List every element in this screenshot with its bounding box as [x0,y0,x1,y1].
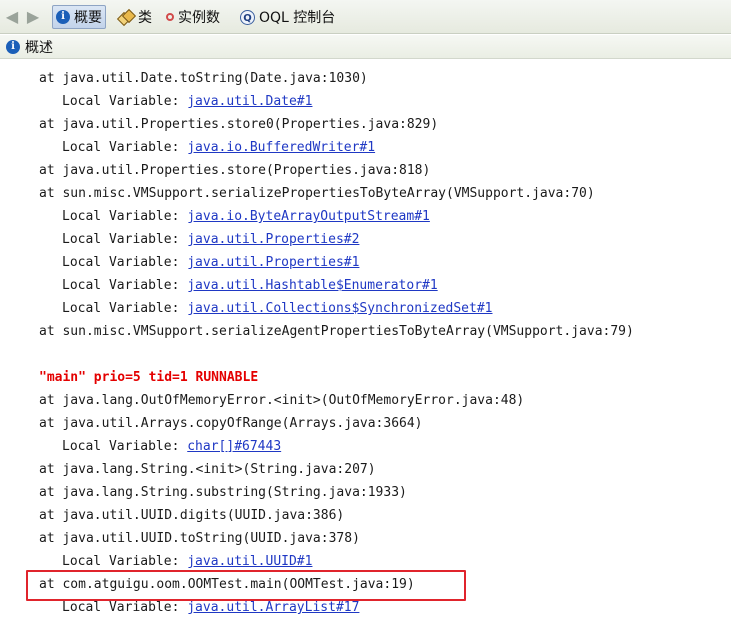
back-arrow-icon[interactable]: ◀ [3,9,21,25]
stack-frame: at java.util.UUID.digits(UUID.java:386) [39,508,345,523]
highlight-annotation-box [26,570,466,601]
object-link[interactable]: java.util.Collections$SynchronizedSet#1 [187,301,492,316]
stack-frame: at java.util.Properties.store(Properties… [39,163,431,178]
tab-instances[interactable]: 实例数 [163,5,223,29]
local-variable-label: Local Variable: [62,600,180,615]
section-header: i 概述 [0,35,731,59]
info-icon: i [56,10,70,24]
tab-overview[interactable]: i 概要 [52,5,106,29]
stack-frame: at java.lang.String.<init>(String.java:2… [39,462,376,477]
section-title: 概述 [25,39,53,56]
local-variable-row: Local Variable: java.util.Properties#2 [62,228,359,251]
local-variable-row: Local Variable: java.io.ByteArrayOutputS… [62,205,430,228]
tab-oql-console[interactable]: Q OQL 控制台 [237,5,338,29]
local-variable-row: Local Variable: java.util.Hashtable$Enum… [62,274,438,297]
local-variable-row: Local Variable: char[]#67443 [62,435,281,458]
tab-classes-label: 类 [138,10,152,26]
object-link[interactable]: java.util.ArrayList#17 [187,600,359,615]
instance-icon [166,13,174,21]
local-variable-label: Local Variable: [62,554,180,569]
local-variable-label: Local Variable: [62,255,180,270]
thread-header: "main" prio=5 tid=1 RUNNABLE [39,370,259,385]
local-variable-row: Local Variable: java.io.BufferedWriter#1 [62,136,375,159]
object-link[interactable]: char[]#67443 [187,439,281,454]
local-variable-row: Local Variable: java.util.Properties#1 [62,251,359,274]
object-link[interactable]: java.util.Date#1 [187,94,312,109]
local-variable-row: Local Variable: java.util.Date#1 [62,90,312,113]
local-variable-label: Local Variable: [62,439,180,454]
local-variable-label: Local Variable: [62,301,180,316]
info-icon: i [6,39,20,54]
class-icon [116,8,137,27]
object-link[interactable]: java.io.BufferedWriter#1 [187,140,375,155]
stack-frame: at sun.misc.VMSupport.serializePropertie… [39,186,595,201]
stack-frame: at sun.misc.VMSupport.serializeAgentProp… [39,324,634,339]
stack-frame: at java.util.Date.toString(Date.java:103… [39,71,368,86]
object-link[interactable]: java.util.Hashtable$Enumerator#1 [187,278,437,293]
tab-instances-label: 实例数 [178,10,220,26]
local-variable-label: Local Variable: [62,278,180,293]
local-variable-label: Local Variable: [62,209,180,224]
stack-frame: at java.lang.OutOfMemoryError.<init>(Out… [39,393,525,408]
oql-icon: Q [240,9,255,25]
tab-oql-label: OQL 控制台 [259,10,336,26]
tab-classes[interactable]: 类 [115,5,155,29]
object-link[interactable]: java.util.Properties#1 [187,255,359,270]
local-variable-label: Local Variable: [62,94,180,109]
local-variable-label: Local Variable: [62,140,180,155]
stack-frame: at java.util.Properties.store0(Propertie… [39,117,439,132]
local-variable-row: Local Variable: java.util.Collections$Sy… [62,297,492,320]
object-link[interactable]: java.io.ByteArrayOutputStream#1 [187,209,430,224]
stack-frame: at java.util.Arrays.copyOfRange(Arrays.j… [39,416,423,431]
toolbar: ◀ ▶ i 概要 类 实例数 Q OQL 控制台 [0,0,731,34]
forward-arrow-icon[interactable]: ▶ [24,9,42,25]
local-variable-label: Local Variable: [62,232,180,247]
stack-frame: at java.lang.String.substring(String.jav… [39,485,407,500]
object-link[interactable]: java.util.Properties#2 [187,232,359,247]
stack-frame: at java.util.UUID.toString(UUID.java:378… [39,531,360,546]
tab-overview-label: 概要 [74,10,102,26]
object-link[interactable]: java.util.UUID#1 [187,554,312,569]
